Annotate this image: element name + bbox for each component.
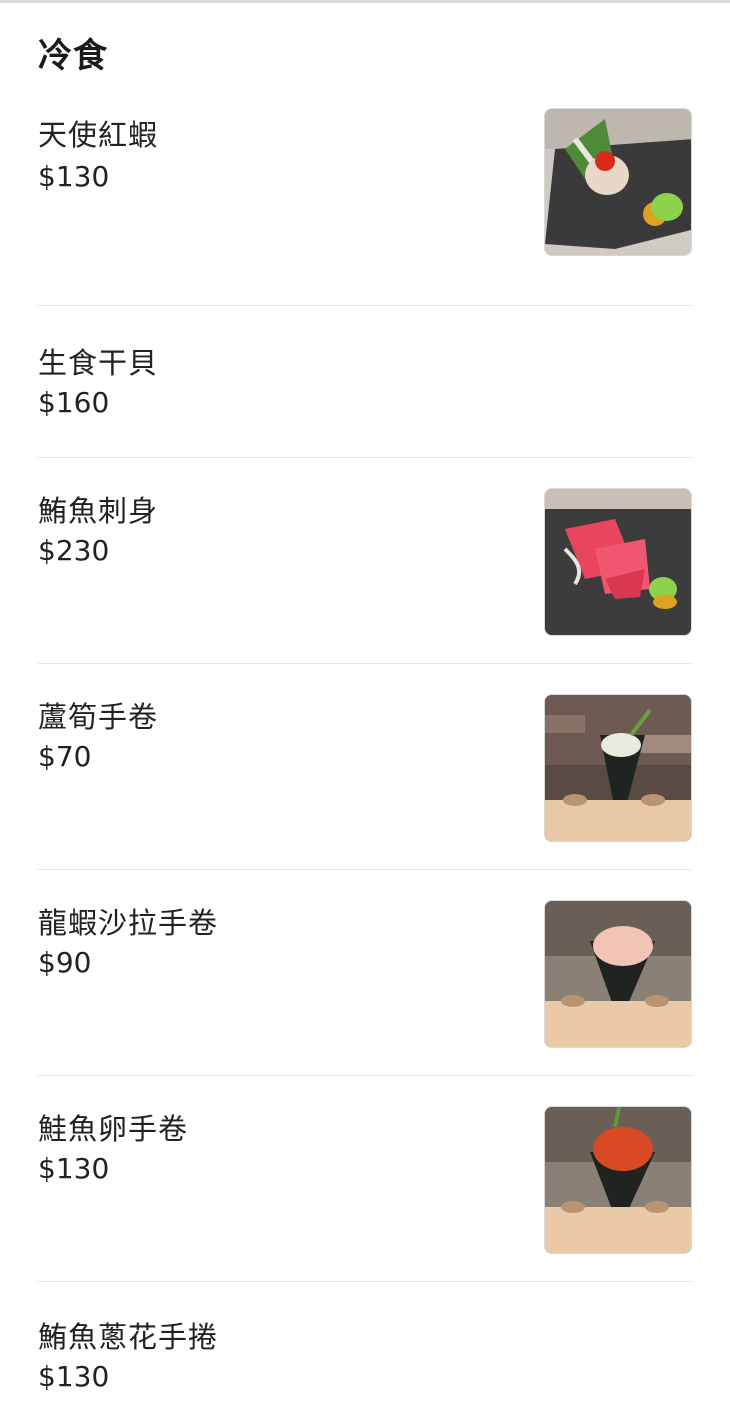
section-title: 冷食 (38, 36, 108, 76)
item-name: 龍蝦沙拉手卷 (38, 906, 219, 940)
menu-list: 天使紅蝦 $130 生食干貝 $160 鮪魚刺身 $230 蘆筍手卷 $70 龍… (38, 100, 692, 1402)
salmon-roe-handroll-photo[interactable] (544, 1106, 692, 1254)
top-divider (0, 0, 730, 3)
lobster-salad-handroll-photo[interactable] (544, 900, 692, 1048)
item-name: 天使紅蝦 (38, 118, 159, 152)
menu-item[interactable]: 鮭魚卵手卷 $130 (38, 1076, 692, 1282)
menu-item[interactable]: 鮪魚刺身 $230 (38, 458, 692, 664)
item-price: $130 (38, 160, 110, 193)
menu-item[interactable]: 天使紅蝦 $130 (38, 100, 692, 306)
item-price: $90 (38, 946, 92, 979)
menu-item[interactable]: 龍蝦沙拉手卷 $90 (38, 870, 692, 1076)
item-name: 鮪魚蔥花手捲 (38, 1320, 219, 1354)
menu-item[interactable]: 鮪魚蔥花手捲 $130 (38, 1282, 692, 1402)
item-price: $230 (38, 534, 110, 567)
asparagus-handroll-photo[interactable] (544, 694, 692, 842)
item-price: $160 (38, 386, 110, 419)
menu-item[interactable]: 生食干貝 $160 (38, 306, 692, 458)
item-name: 鮪魚刺身 (38, 494, 159, 528)
item-name: 生食干貝 (38, 346, 159, 380)
item-name: 鮭魚卵手卷 (38, 1112, 189, 1146)
menu-item[interactable]: 蘆筍手卷 $70 (38, 664, 692, 870)
item-price: $130 (38, 1152, 110, 1185)
shrimp-sashimi-photo[interactable] (544, 108, 692, 256)
tuna-sashimi-photo[interactable] (544, 488, 692, 636)
item-name: 蘆筍手卷 (38, 700, 159, 734)
item-price: $70 (38, 740, 92, 773)
